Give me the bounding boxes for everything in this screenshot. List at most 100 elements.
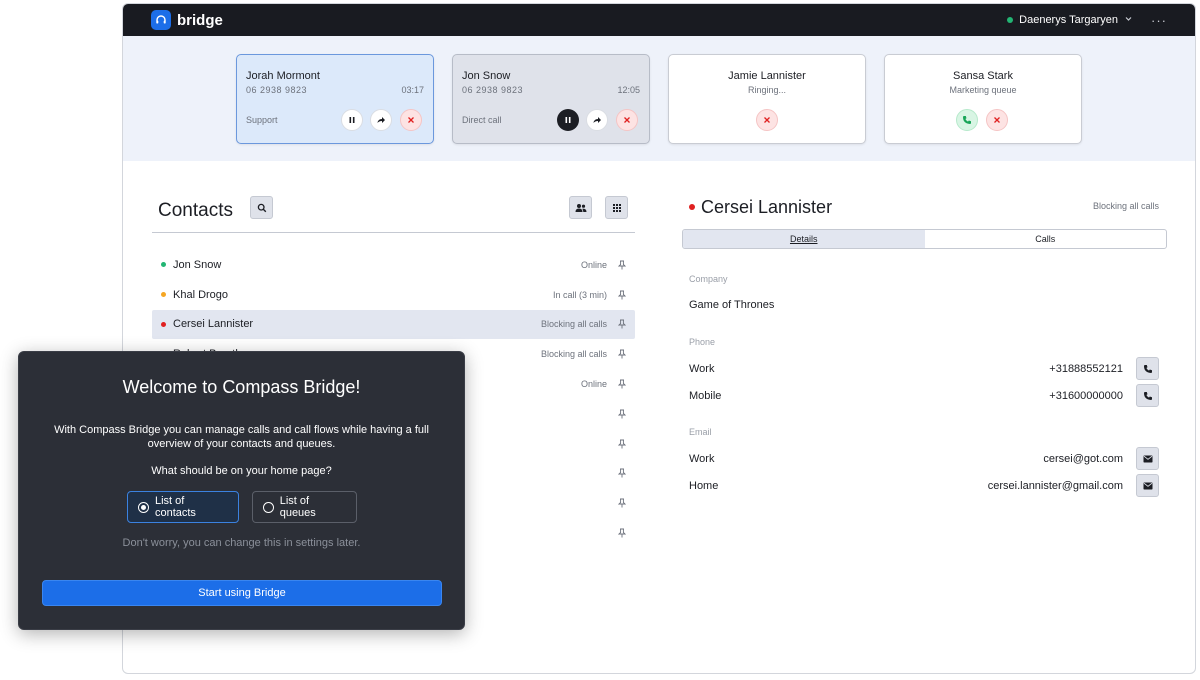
- email-type: Work: [689, 453, 715, 465]
- close-icon: [994, 117, 1000, 123]
- pin-icon[interactable]: [617, 409, 627, 419]
- option-list-of-queues[interactable]: List of queues: [252, 491, 357, 523]
- top-bar: bridge Daenerys Targaryen ···: [123, 4, 1195, 36]
- pin-icon[interactable]: [617, 260, 627, 270]
- email-address: cersei.lannister@gmail.com: [987, 480, 1123, 492]
- call-number: 06 2938 9823: [462, 85, 524, 95]
- hold-button[interactable]: [341, 109, 363, 131]
- hold-button[interactable]: [557, 109, 579, 131]
- decline-button[interactable]: [756, 109, 778, 131]
- decline-button[interactable]: [986, 109, 1008, 131]
- contact-status: Online: [580, 379, 607, 390]
- more-icon[interactable]: ···: [1151, 4, 1167, 36]
- mail-icon: [1143, 482, 1152, 489]
- pin-icon[interactable]: [617, 498, 627, 508]
- call-card[interactable]: Sansa Stark Marketing queue: [884, 54, 1082, 144]
- transfer-button[interactable]: [586, 109, 608, 131]
- option-label: List of contacts: [154, 495, 196, 519]
- chevron-down-icon: [1124, 14, 1133, 26]
- mail-icon: [1143, 455, 1152, 462]
- call-number: 06 2938 9823: [246, 85, 308, 95]
- phone-type: Mobile: [689, 390, 722, 402]
- hangup-button[interactable]: [400, 109, 422, 131]
- user-status-dot: [1007, 17, 1014, 23]
- phone-icon: [1143, 391, 1152, 400]
- modal-title: Welcome to Compass Bridge!: [122, 377, 361, 397]
- email-address: cersei@got.com: [1043, 453, 1123, 465]
- modal-question: What should be on your home page?: [151, 465, 332, 477]
- welcome-modal: Welcome to Compass Bridge! With Compass …: [18, 351, 465, 630]
- forward-icon: [377, 117, 385, 123]
- close-icon: [764, 117, 770, 123]
- status-dot: [689, 204, 695, 210]
- call-queue-label: Support: [246, 115, 278, 125]
- users-icon: [575, 203, 586, 212]
- pin-icon[interactable]: [617, 439, 627, 449]
- answer-button[interactable]: [956, 109, 978, 131]
- contact-status: Online: [580, 259, 607, 270]
- call-work-button[interactable]: [1136, 357, 1159, 380]
- contacts-title: Contacts: [158, 200, 233, 221]
- company-value: Game of Thrones: [689, 299, 775, 311]
- phone-number: +31600000000: [1049, 390, 1123, 402]
- modal-note: Don't worry, you can change this in sett…: [122, 537, 361, 549]
- call-card[interactable]: Jon Snow 06 2938 9823 12:05 Direct call: [452, 54, 650, 144]
- pin-icon[interactable]: [617, 528, 627, 538]
- contacts-view-button[interactable]: [569, 196, 592, 219]
- status-dot: [161, 292, 166, 298]
- search-button[interactable]: [250, 196, 273, 219]
- phone-icon: [1143, 364, 1152, 373]
- option-label: List of queues: [279, 495, 316, 519]
- status-dot: [161, 321, 166, 327]
- email-type: Home: [689, 480, 719, 492]
- pin-icon[interactable]: [617, 349, 627, 359]
- radio-selected-icon: [138, 501, 149, 513]
- grid-icon: [612, 203, 621, 212]
- logo[interactable]: bridge: [151, 10, 223, 30]
- call-name: Jorah Mormont: [246, 70, 320, 82]
- active-calls-bar: Jorah Mormont 06 2938 9823 03:17 Support…: [123, 36, 1195, 161]
- email-home-button[interactable]: [1136, 474, 1159, 497]
- contact-status: Blocking all calls: [540, 349, 607, 360]
- call-name: Sansa Stark: [953, 70, 1013, 82]
- detail-tabs: Details Calls: [682, 229, 1167, 249]
- contact-name: Jon Snow: [173, 258, 222, 271]
- user-menu[interactable]: Daenerys Targaryen: [1007, 4, 1133, 36]
- option-list-of-contacts[interactable]: List of contacts: [127, 491, 239, 523]
- call-timer: 03:17: [401, 85, 424, 95]
- contact-row[interactable]: Khal Drogo In call (3 min): [152, 280, 635, 310]
- forward-icon: [593, 117, 601, 123]
- contact-name: Khal Drogo: [173, 288, 229, 301]
- phone-number: +31888552121: [1049, 363, 1123, 375]
- contact-row-selected[interactable]: Cersei Lannister Blocking all calls: [152, 309, 635, 340]
- call-card[interactable]: Jorah Mormont 06 2938 9823 03:17 Support: [236, 54, 434, 144]
- call-mobile-button[interactable]: [1136, 384, 1159, 407]
- close-icon: [408, 117, 414, 123]
- contact-row[interactable]: Jon Snow Online: [152, 250, 635, 280]
- search-icon: [257, 203, 266, 212]
- call-status: Marketing queue: [949, 85, 1017, 95]
- phone-type: Work: [689, 363, 715, 375]
- contact-name: Cersei Lannister: [173, 318, 254, 331]
- email-work-button[interactable]: [1136, 447, 1159, 470]
- hangup-button[interactable]: [616, 109, 638, 131]
- start-button[interactable]: Start using Bridge: [42, 580, 442, 606]
- call-name: Jamie Lannister: [728, 70, 806, 82]
- call-name: Jon Snow: [462, 70, 511, 82]
- app-name: bridge: [177, 11, 223, 29]
- call-timer: 12:05: [617, 85, 640, 95]
- grid-view-button[interactable]: [605, 196, 628, 219]
- phone-icon: [963, 116, 971, 124]
- pin-icon[interactable]: [617, 290, 627, 300]
- pin-icon[interactable]: [617, 379, 627, 389]
- pin-icon[interactable]: [617, 468, 627, 478]
- transfer-button[interactable]: [370, 109, 392, 131]
- status-dot: [161, 262, 166, 268]
- tab-calls[interactable]: Calls: [925, 230, 1167, 248]
- tab-details[interactable]: Details: [683, 230, 925, 248]
- call-card[interactable]: Jamie Lannister Ringing...: [668, 54, 866, 144]
- call-status: Ringing...: [747, 85, 787, 95]
- headset-icon: [151, 10, 171, 30]
- pin-icon[interactable]: [617, 319, 627, 329]
- email-label: Email: [689, 427, 712, 437]
